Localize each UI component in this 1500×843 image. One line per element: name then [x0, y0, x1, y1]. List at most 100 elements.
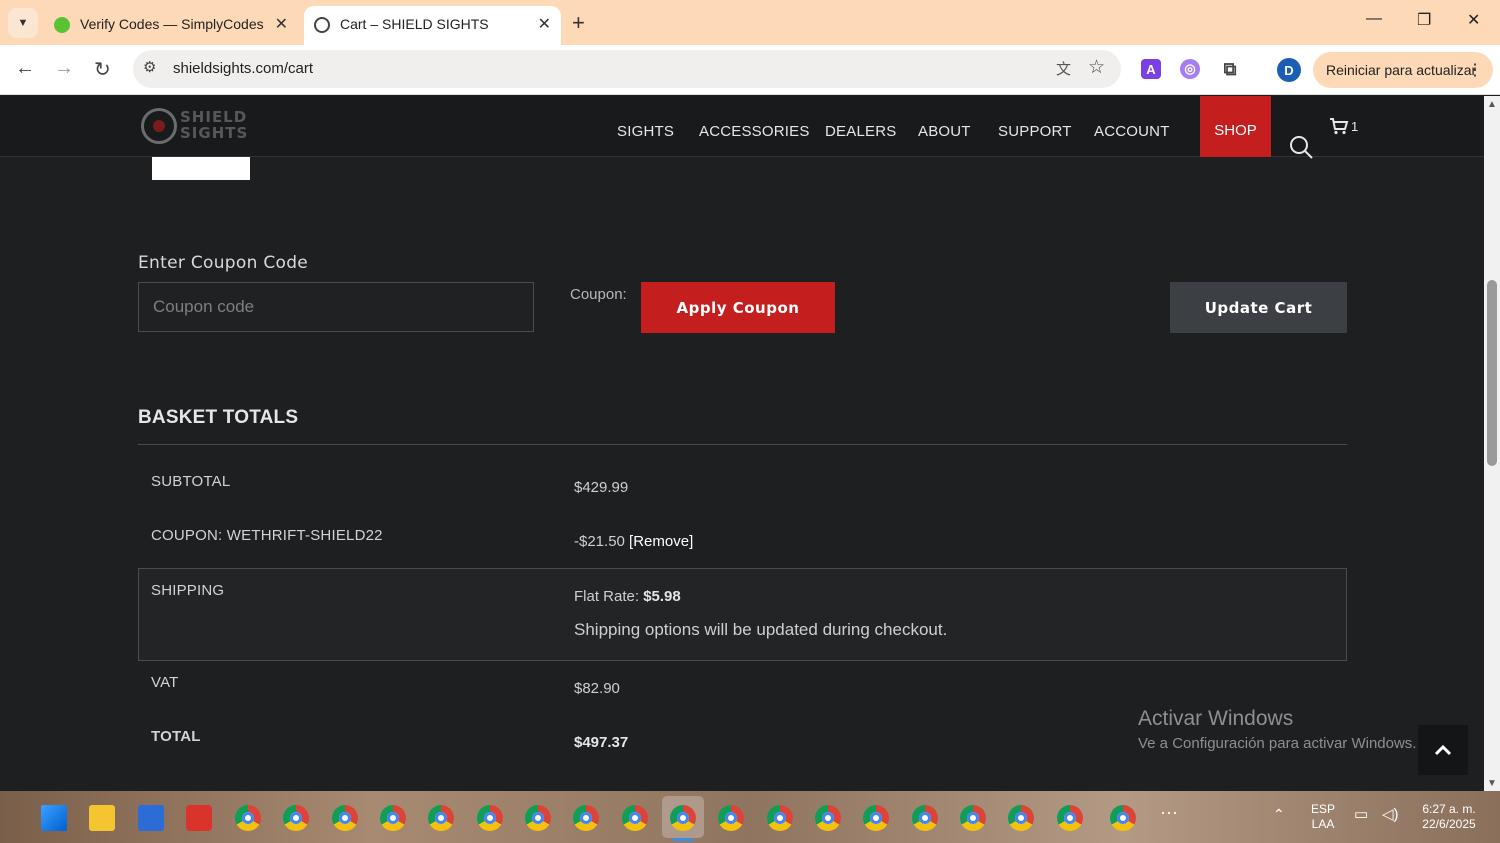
- restore-icon[interactable]: ❐: [1417, 10, 1431, 30]
- activate-windows-title: Activar Windows: [1138, 707, 1294, 730]
- new-tab-plus-icon[interactable]: +: [572, 10, 585, 36]
- divider: [138, 444, 1347, 445]
- nav-support[interactable]: SUPPORT: [998, 123, 1072, 140]
- tab-shield-sights-cart[interactable]: Cart – SHIELD SIGHTS ✕: [304, 6, 561, 45]
- update-label: Reiniciar para actualizar: [1326, 62, 1477, 78]
- windows-taskbar: ··· ⌃ ESP LAA ▭ ◁) 6:27 a. m. 22/6/2025: [0, 791, 1500, 843]
- microsoft-store-icon[interactable]: [138, 805, 164, 831]
- back-arrow-icon[interactable]: ←: [15, 57, 35, 80]
- file-explorer-icon[interactable]: [89, 805, 115, 831]
- restart-to-update-button[interactable]: Reiniciar para actualizar ⋮: [1313, 52, 1493, 88]
- cart-count-badge[interactable]: 1: [1351, 119, 1358, 134]
- scroll-down-arrow-icon[interactable]: ▼: [1487, 778, 1497, 789]
- cart-icon[interactable]: [1329, 117, 1349, 135]
- shield-sights-logo[interactable]: SHIELD SIGHTS: [140, 107, 270, 145]
- language-indicator[interactable]: ESP LAA: [1306, 802, 1340, 832]
- chrome-icon[interactable]: [1110, 805, 1136, 831]
- show-hidden-icons-chevron-icon[interactable]: ⌃: [1273, 807, 1285, 822]
- chrome-icon[interactable]: [718, 805, 744, 831]
- subtotal-label: SUBTOTAL: [151, 473, 231, 490]
- nav-about[interactable]: ABOUT: [918, 123, 971, 140]
- coupon-row-value: -$21.50 [Remove]: [574, 533, 693, 550]
- forward-arrow-icon[interactable]: →: [54, 57, 74, 80]
- minimize-icon[interactable]: —: [1366, 10, 1382, 28]
- scroll-up-arrow-icon[interactable]: ▲: [1487, 99, 1497, 110]
- chrome-icon[interactable]: [1008, 805, 1034, 831]
- window-close-icon[interactable]: ✕: [1467, 10, 1480, 30]
- nav-sights[interactable]: SIGHTS: [617, 123, 674, 140]
- extension-simplycodes-icon[interactable]: ◎: [1180, 59, 1200, 79]
- chrome-icon[interactable]: [477, 805, 503, 831]
- web-page: SHIELD SIGHTS SIGHTS ACCESSORIES DEALERS…: [0, 96, 1484, 791]
- scroll-thumb[interactable]: [1487, 280, 1497, 466]
- tab-simplycodes[interactable]: Verify Codes — SimplyCodes ✕: [44, 6, 298, 45]
- chrome-icon[interactable]: [960, 805, 986, 831]
- reload-icon[interactable]: ↻: [94, 57, 111, 82]
- coupon-row-label: COUPON: WETHRIFT-SHIELD22: [151, 527, 383, 544]
- shipping-note: Shipping options will be updated during …: [574, 620, 948, 639]
- bookmark-star-icon[interactable]: ☆: [1088, 56, 1105, 79]
- extensions-puzzle-icon[interactable]: ⧉: [1220, 59, 1240, 79]
- chevron-up-icon: [1434, 744, 1452, 756]
- tab-title: Verify Codes — SimplyCodes: [80, 16, 264, 32]
- shipping-label: SHIPPING: [151, 582, 225, 599]
- chrome-icon[interactable]: [235, 805, 261, 831]
- url-text[interactable]: shieldsights.com/cart: [173, 60, 313, 77]
- nav-dealers[interactable]: DEALERS: [825, 123, 896, 140]
- vat-label: VAT: [151, 674, 179, 691]
- clock[interactable]: 6:27 a. m. 22/6/2025: [1414, 802, 1484, 832]
- coupon-label: Coupon:: [570, 286, 627, 303]
- chrome-icon[interactable]: [380, 805, 406, 831]
- search-icon[interactable]: [1288, 134, 1314, 160]
- windows-start-icon[interactable]: [41, 805, 67, 831]
- translate-icon[interactable]: 文: [1056, 58, 1071, 79]
- shield-sights-favicon-icon: [314, 17, 330, 33]
- address-bar[interactable]: ⚙ shieldsights.com/cart 文 ☆: [133, 50, 1121, 88]
- extension-a-icon[interactable]: A: [1141, 59, 1161, 79]
- nav-account[interactable]: ACCOUNT: [1094, 123, 1170, 140]
- more-apps-icon[interactable]: ···: [1160, 803, 1178, 821]
- chrome-icon[interactable]: [912, 805, 938, 831]
- update-cart-button[interactable]: Update Cart: [1170, 282, 1347, 333]
- chrome-icon[interactable]: [815, 805, 841, 831]
- back-to-top-button[interactable]: [1418, 725, 1468, 775]
- activate-windows-subtitle: Ve a Configuración para activar Windows.: [1138, 735, 1417, 752]
- chrome-icon[interactable]: [283, 805, 309, 831]
- apply-coupon-button[interactable]: Apply Coupon: [641, 282, 835, 333]
- volume-icon[interactable]: ◁): [1382, 807, 1399, 822]
- coupon-discount: -$21.50: [574, 533, 625, 550]
- coupon-code-input[interactable]: [138, 282, 534, 332]
- coupon-heading: Enter Coupon Code: [138, 253, 309, 273]
- chrome-icon[interactable]: [670, 805, 696, 831]
- chrome-icon[interactable]: [525, 805, 551, 831]
- app-red-icon[interactable]: [186, 805, 212, 831]
- chrome-icon[interactable]: [332, 805, 358, 831]
- active-app-indicator: [673, 838, 693, 841]
- close-icon[interactable]: ✕: [538, 14, 551, 34]
- chrome-icon[interactable]: [622, 805, 648, 831]
- close-icon[interactable]: ✕: [275, 14, 288, 34]
- logo-text: SHIELD SIGHTS: [180, 108, 249, 142]
- site-header: SHIELD SIGHTS SIGHTS ACCESSORIES DEALERS…: [0, 96, 1484, 160]
- shipping-row: [138, 568, 1347, 661]
- network-icon[interactable]: ▭: [1354, 807, 1368, 822]
- chrome-icon[interactable]: [863, 805, 889, 831]
- chrome-icon[interactable]: [767, 805, 793, 831]
- chrome-icon[interactable]: [1057, 805, 1083, 831]
- browser-tab-strip: ▼ Verify Codes — SimplyCodes ✕ Cart – SH…: [0, 0, 1500, 45]
- site-info-icon[interactable]: ⚙: [143, 58, 156, 76]
- region-code: LAA: [1311, 817, 1335, 831]
- chrome-icon[interactable]: [573, 805, 599, 831]
- tab-search-button[interactable]: ▼: [8, 8, 38, 38]
- nav-accessories[interactable]: ACCESSORIES: [699, 123, 810, 140]
- profile-avatar[interactable]: D: [1277, 58, 1301, 82]
- tab-title: Cart – SHIELD SIGHTS: [340, 16, 489, 32]
- more-menu-icon[interactable]: ⋮: [1467, 60, 1483, 80]
- total-value: $497.37: [574, 734, 629, 751]
- page-scrollbar[interactable]: ▲ ▼: [1484, 96, 1500, 791]
- white-block: [152, 157, 250, 180]
- nav-shop[interactable]: SHOP: [1200, 96, 1271, 157]
- remove-coupon-link[interactable]: [Remove]: [629, 533, 693, 550]
- chrome-icon[interactable]: [428, 805, 454, 831]
- shipping-method: Flat Rate: $5.98: [574, 588, 681, 605]
